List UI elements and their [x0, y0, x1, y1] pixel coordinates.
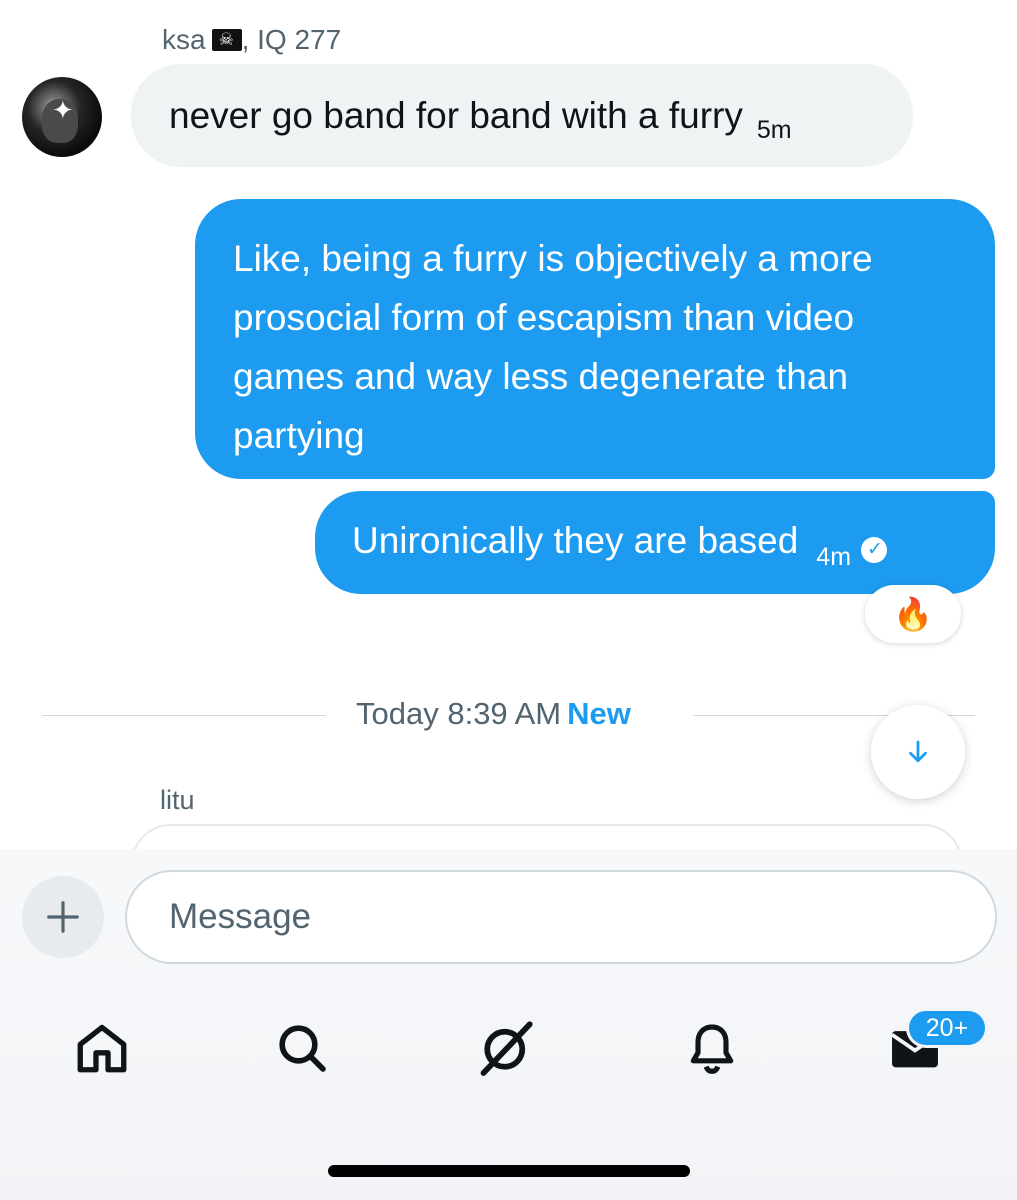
sender-suffix: , IQ 277 [241, 24, 342, 55]
outgoing-message-time: 4m [816, 543, 852, 571]
read-check-icon [861, 537, 888, 563]
home-indicator[interactable] [328, 1165, 690, 1177]
incoming-message-bubble[interactable]: never go band for band with a furry 5m [131, 64, 913, 167]
new-label: New [567, 696, 631, 731]
incoming-message-text: never go band for band with a furry [169, 95, 743, 136]
next-sender-name: litu [160, 785, 195, 815]
plus-icon [47, 901, 79, 933]
incoming-message-time: 5m [756, 116, 792, 144]
nav-notifications[interactable] [682, 1018, 742, 1078]
bell-icon [690, 1024, 734, 1074]
message-input[interactable] [125, 870, 997, 964]
fire-emoji-reaction: 🔥 [893, 596, 933, 632]
home-icon [77, 1024, 127, 1073]
outgoing-message-text: Unironically they are based [352, 520, 799, 561]
divider-line-left [42, 715, 326, 716]
arrow-down-icon [909, 740, 927, 763]
sender-label: ksa , IQ 277 [162, 24, 341, 56]
outgoing-message-bubble[interactable]: Like, being a furry is objectively a mor… [195, 199, 995, 479]
nav-home[interactable] [72, 1018, 132, 1078]
pirate-flag-icon [211, 29, 242, 51]
outgoing-message-text: Like, being a furry is objectively a mor… [233, 238, 873, 456]
reaction-pill[interactable]: 🔥 [865, 585, 961, 643]
outgoing-message-bubble[interactable]: Unironically they are based 4m [315, 491, 995, 594]
avatar[interactable] [22, 77, 102, 157]
date-divider-label: Today 8:39 AM [356, 696, 562, 731]
scroll-to-bottom-button[interactable] [871, 705, 965, 799]
search-icon [279, 1025, 326, 1072]
grok-icon [480, 1021, 533, 1076]
nav-search[interactable] [272, 1018, 332, 1078]
messages-badge: 20+ [906, 1008, 988, 1048]
nav-grok[interactable] [476, 1018, 536, 1078]
sender-name: ksa [162, 24, 206, 55]
date-divider: Today 8:39 AM New [356, 696, 631, 732]
add-media-button[interactable] [22, 876, 104, 958]
